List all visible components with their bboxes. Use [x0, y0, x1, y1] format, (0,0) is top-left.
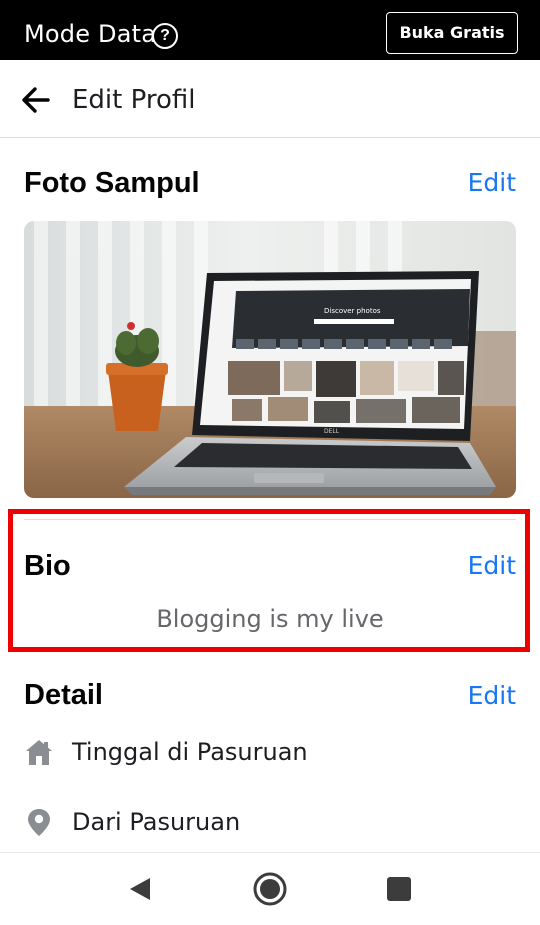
detail-row-from: Dari Pasuruan [24, 803, 514, 843]
edit-cover-button[interactable]: Edit [468, 168, 516, 198]
laptop-brand: DELL [324, 428, 340, 435]
bio-title: Bio [24, 550, 71, 582]
location-pin-icon [28, 809, 50, 836]
home-icon [26, 740, 52, 765]
recents-nav-icon[interactable] [381, 871, 417, 907]
edit-detail-button[interactable]: Edit [468, 681, 516, 711]
cover-photo[interactable]: Discover photos DELL [24, 221, 516, 498]
lives-in-text: Tinggal di Pasuruan [72, 738, 308, 766]
system-nav-bar [0, 852, 540, 925]
back-arrow-icon[interactable] [18, 82, 54, 118]
mode-data-label: Mode Data [24, 20, 157, 48]
detail-row-lives-in: Tinggal di Pasuruan [24, 733, 514, 773]
free-mode-button[interactable]: Buka Gratis [386, 12, 518, 54]
help-icon[interactable]: ? [152, 23, 178, 49]
bio-text[interactable]: Blogging is my live [0, 604, 540, 634]
edit-bio-button[interactable]: Edit [468, 551, 516, 581]
cover-photo-title: Foto Sampul [24, 167, 200, 199]
detail-title: Detail [24, 679, 103, 711]
page-header: Edit Profil [0, 60, 540, 138]
from-text: Dari Pasuruan [72, 808, 241, 836]
cover-photo-image: Discover photos DELL [24, 221, 516, 498]
header-divider [0, 137, 540, 138]
home-nav-icon[interactable] [252, 871, 288, 907]
back-nav-icon[interactable] [122, 871, 158, 907]
data-mode-bar: Mode Data ? Buka Gratis [0, 0, 540, 60]
page-title: Edit Profil [72, 85, 196, 115]
laptop-screen-text: Discover photos [324, 307, 381, 315]
